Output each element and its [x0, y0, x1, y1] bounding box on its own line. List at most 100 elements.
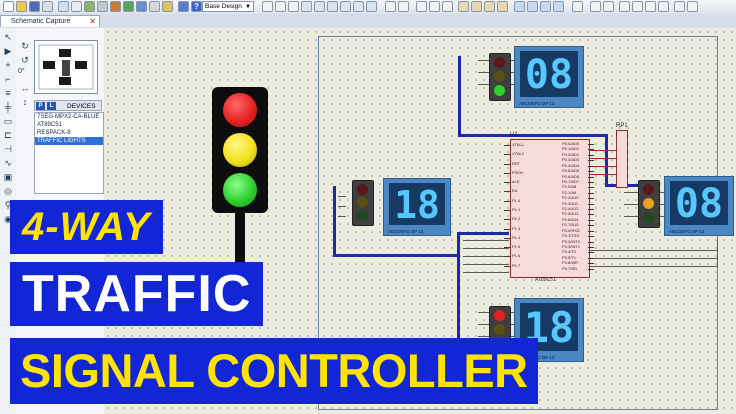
yellow-lamp	[494, 324, 505, 335]
open-folder-icon[interactable]	[16, 1, 27, 12]
list-item[interactable]: TRAFFIC LIGHTS	[35, 137, 103, 145]
make-device-icon[interactable]	[527, 1, 538, 12]
settings-icon[interactable]	[687, 1, 698, 12]
display-value: 08	[524, 52, 574, 98]
tools-icon[interactable]	[674, 1, 685, 12]
origin-icon[interactable]	[275, 1, 286, 12]
block-copy-icon[interactable]	[458, 1, 469, 12]
close-icon[interactable]: ✕	[89, 16, 96, 28]
rotate-cw-icon[interactable]: ↻	[18, 40, 32, 52]
pan-icon[interactable]	[301, 1, 312, 12]
3d-icon[interactable]	[136, 1, 147, 12]
tab-schematic-capture[interactable]: Schematic Capture ✕	[0, 15, 100, 27]
paste-icon[interactable]	[442, 1, 453, 12]
traffic-light-north[interactable]	[489, 53, 511, 101]
text-script-icon[interactable]: ≡	[3, 88, 13, 98]
mcu-pin	[588, 155, 594, 156]
package-icon[interactable]	[540, 1, 551, 12]
zoom-in-icon[interactable]	[327, 1, 338, 12]
design-select-value: Base Design	[205, 3, 242, 10]
cut-icon[interactable]	[416, 1, 427, 12]
undo-icon[interactable]	[385, 1, 396, 12]
block-move-icon[interactable]	[471, 1, 482, 12]
selection-mode-icon[interactable]: ↖	[3, 32, 13, 42]
library-icon[interactable]	[110, 1, 121, 12]
component-icon[interactable]	[84, 1, 95, 12]
search-icon[interactable]	[590, 1, 601, 12]
redo-icon[interactable]	[398, 1, 409, 12]
pick-device-icon[interactable]	[514, 1, 525, 12]
save-icon[interactable]	[29, 1, 40, 12]
design-select[interactable]: Base Design ▼	[202, 1, 254, 12]
mcu-pin-label: P3.1/TXD	[562, 233, 580, 238]
cross-icon[interactable]	[288, 1, 299, 12]
gerber-icon[interactable]	[149, 1, 160, 12]
wire-label-icon[interactable]: ⌐	[3, 74, 13, 84]
zoom-all-icon[interactable]	[353, 1, 364, 12]
bus-wire	[457, 232, 509, 235]
subcircuit-icon[interactable]: ▭	[3, 116, 13, 126]
new-file-icon[interactable]	[3, 1, 14, 12]
block-rotate-icon[interactable]	[484, 1, 495, 12]
mcu-pin	[504, 238, 510, 239]
help-icon[interactable]: ?	[191, 1, 202, 12]
seven-segment-display-north[interactable]: 08 ABCDEFG DP 12	[514, 46, 584, 108]
junction-icon[interactable]: +	[3, 60, 13, 70]
mirror-vertical-icon[interactable]: ↕	[18, 96, 32, 108]
mirror-horizontal-icon[interactable]: ↔	[18, 82, 32, 94]
rotation-angle[interactable]: 0°	[18, 68, 25, 75]
terminal-icon[interactable]: ⊏	[3, 130, 13, 140]
component-mode-icon[interactable]: ▶	[3, 46, 13, 56]
netlist-icon[interactable]	[632, 1, 643, 12]
mcu-pin	[504, 219, 510, 220]
move-icon[interactable]	[314, 1, 325, 12]
copy-icon[interactable]	[429, 1, 440, 12]
decompose-icon[interactable]	[553, 1, 564, 12]
display-value: 08	[674, 181, 724, 227]
signal-wire	[338, 216, 346, 217]
main-toolbar: ? Base Design ▼	[0, 0, 736, 15]
overview-preview[interactable]	[34, 40, 98, 94]
grid-icon[interactable]	[71, 1, 82, 12]
respack-rp1[interactable]	[616, 130, 628, 188]
rotate-ccw-icon[interactable]: ↺	[18, 54, 32, 66]
electrical-check-icon[interactable]	[645, 1, 656, 12]
wire-autorouter-icon[interactable]	[572, 1, 583, 12]
library-button[interactable]: L	[47, 102, 56, 110]
list-item[interactable]: 7SEG-MPX2-CA-BLUE	[35, 113, 103, 121]
block-delete-icon[interactable]	[497, 1, 508, 12]
traffic-light-east[interactable]	[638, 180, 660, 228]
generator-icon[interactable]: ◎	[3, 186, 13, 196]
zoom-icon[interactable]	[58, 1, 69, 12]
pick-devices-button[interactable]: P	[36, 102, 45, 110]
list-item[interactable]: AT89C51	[35, 121, 103, 129]
print-icon[interactable]	[42, 1, 53, 12]
devices-list: 7SEG-MPX2-CA-BLUE AT89C51 RESPACK-8 TRAF…	[34, 112, 104, 194]
seven-segment-display-west[interactable]: 18 ABCDEFG DP 12	[383, 178, 451, 236]
chip-icon[interactable]	[97, 1, 108, 12]
seven-segment-display-east[interactable]: 08 ABCDEFG DP 12	[664, 176, 734, 236]
mcu-pin	[588, 252, 594, 253]
tape-icon[interactable]: ▣	[3, 172, 13, 182]
graph-icon[interactable]: ∿	[3, 158, 13, 168]
signal-wire	[463, 264, 509, 265]
property-icon[interactable]	[603, 1, 614, 12]
pcb-icon[interactable]	[123, 1, 134, 12]
bill-icon[interactable]	[658, 1, 669, 12]
zoom-area-icon[interactable]	[366, 1, 377, 12]
zoom-out-icon[interactable]	[340, 1, 351, 12]
bom-icon[interactable]	[162, 1, 173, 12]
traffic-light-west[interactable]	[352, 180, 374, 226]
mcu-pin	[588, 231, 594, 232]
display-pin-labels: ABCDEFG DP 12	[669, 229, 705, 234]
mcu-reference: U1	[510, 132, 518, 138]
mcu-pin	[588, 258, 594, 259]
bus-icon[interactable]: ╪	[3, 102, 13, 112]
sheet-icon[interactable]	[619, 1, 630, 12]
pin-icon[interactable]: ⊣	[3, 144, 13, 154]
mcu-pin	[588, 144, 594, 145]
list-item[interactable]: RESPACK-8	[35, 129, 103, 137]
mcu-pin	[588, 236, 594, 237]
design-explorer-icon[interactable]	[178, 1, 189, 12]
grid-toggle-icon[interactable]	[262, 1, 273, 12]
